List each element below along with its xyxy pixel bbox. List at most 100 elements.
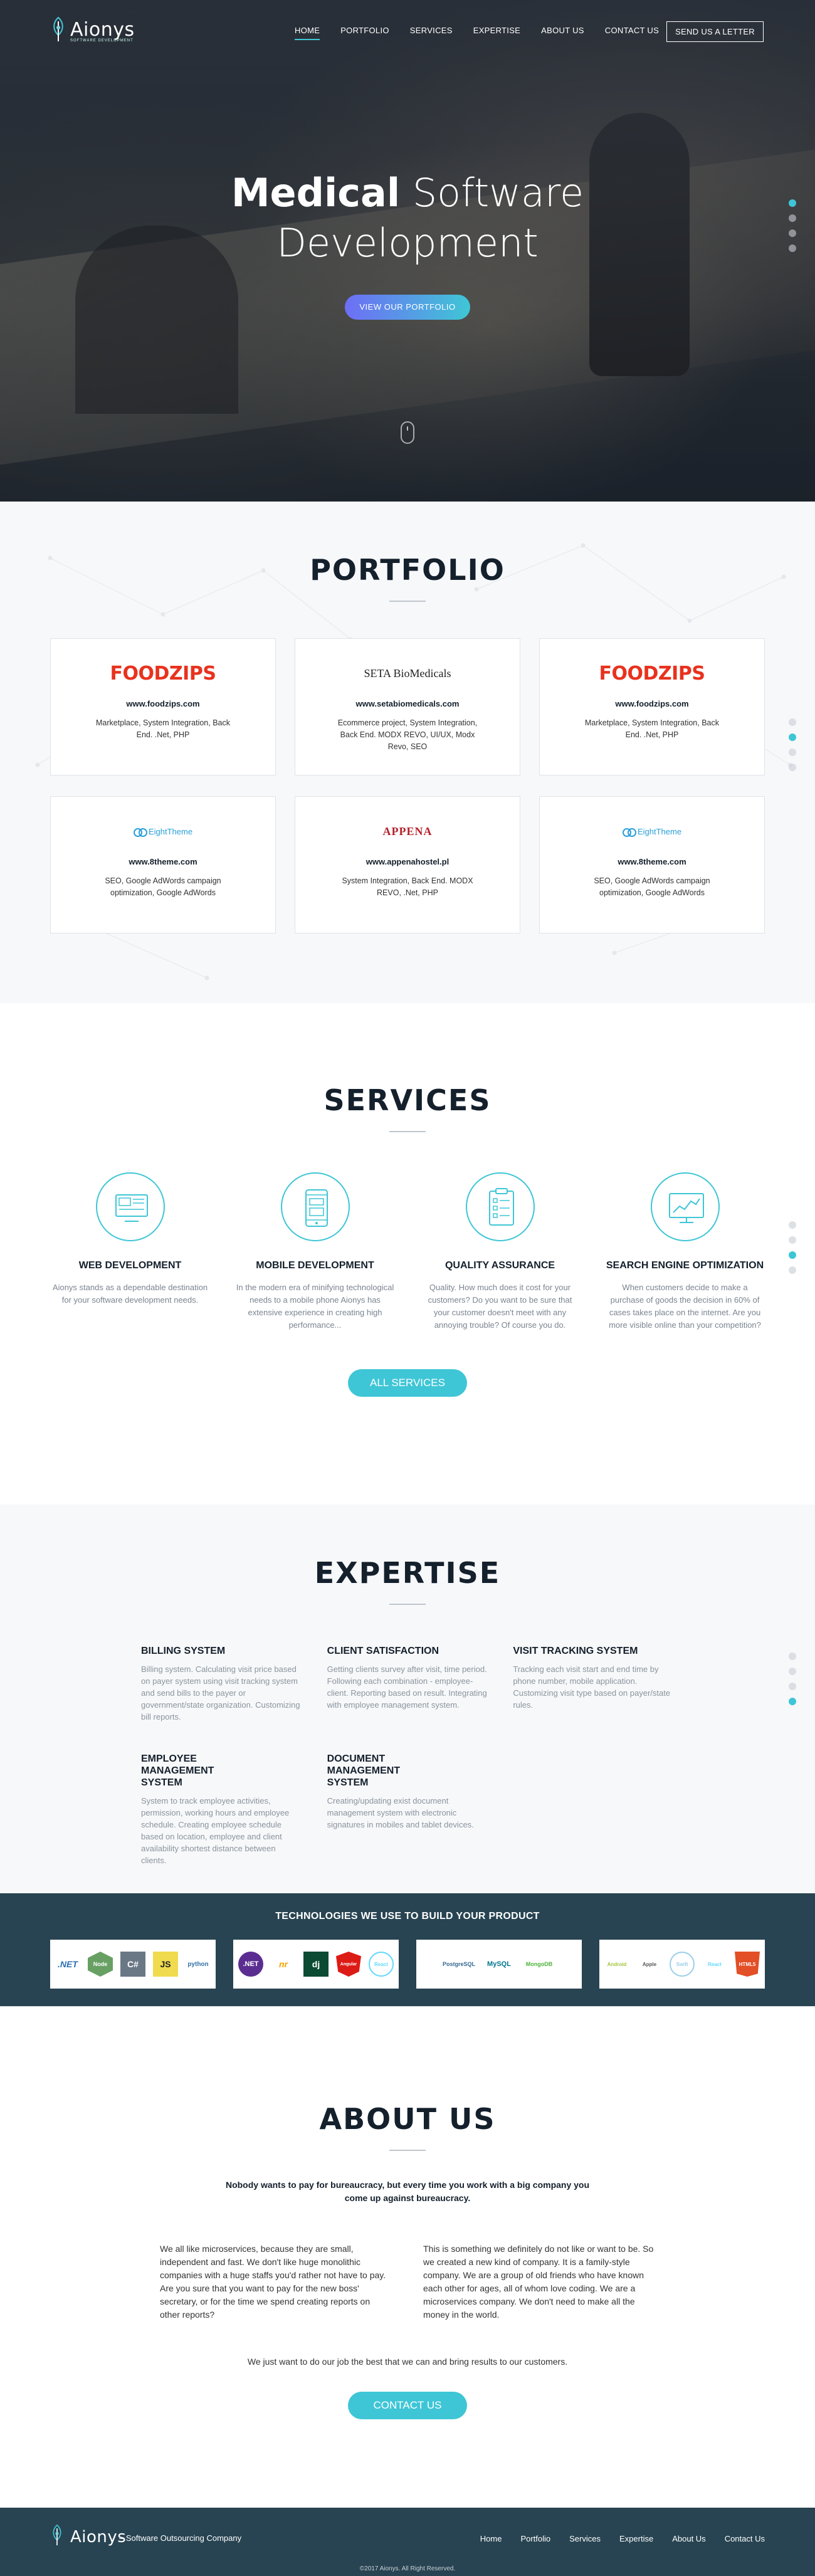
- service-name: Quality Assurance: [444, 1260, 555, 1271]
- slide-dot-3[interactable]: [789, 749, 796, 756]
- slide-dot-2[interactable]: [789, 1236, 796, 1244]
- title-divider: [389, 2150, 426, 2151]
- portfolio-section: Portfolio FOODZIPS www.foodzips.com Mark…: [0, 502, 815, 1003]
- card-site[interactable]: www.8theme.com: [540, 857, 764, 866]
- about-col-right: This is something we definitely do not l…: [423, 2244, 654, 2320]
- view-portfolio-button[interactable]: View our portfolio: [345, 295, 470, 320]
- portfolio-card[interactable]: EightTheme www.8theme.com SEO, Google Ad…: [50, 796, 276, 933]
- monitor-icon: [95, 1172, 165, 1241]
- footer-link-contact[interactable]: Contact Us: [725, 2534, 765, 2543]
- portfolio-card[interactable]: SETA BioMedicals www.setabiomedicals.com…: [295, 638, 520, 775]
- portfolio-card[interactable]: FOODZIPS www.foodzips.com Marketplace, S…: [539, 638, 765, 775]
- react-icon: React: [369, 1952, 394, 1977]
- card-desc: System Integration, Back End. MODX REVO,…: [342, 876, 473, 897]
- nav-portfolio[interactable]: Portfolio: [340, 26, 389, 40]
- foodzips-logo: FOODZIPS: [540, 662, 764, 685]
- footer-logo[interactable]: Aionys: [50, 2524, 126, 2550]
- logo-text: Aionys: [70, 18, 135, 41]
- slide-dot-4[interactable]: [789, 1698, 796, 1705]
- expertise-desc: Billing system. Calculating visit price …: [141, 1664, 300, 1722]
- slide-dot-4[interactable]: [789, 244, 796, 252]
- contact-us-button[interactable]: Contact us: [348, 2392, 467, 2419]
- card-site[interactable]: www.appenahostel.pl: [295, 857, 520, 866]
- nav-services[interactable]: Services: [410, 26, 453, 40]
- android-icon: Android: [607, 1961, 627, 1967]
- mobile-icon: [280, 1172, 350, 1241]
- nav-home[interactable]: Home: [295, 26, 320, 40]
- footer-logo-text: Aionys: [70, 2528, 127, 2547]
- expertise-name: Billing System: [141, 1646, 226, 1656]
- infinity-icon: [133, 828, 147, 837]
- expertise-desc: Getting clients survey after visit, time…: [327, 1664, 487, 1710]
- expertise-title: Expertise: [314, 1556, 501, 1590]
- portfolio-card[interactable]: FOODZIPS www.foodzips.com Marketplace, S…: [50, 638, 276, 775]
- footer-link-portfolio[interactable]: Portfolio: [520, 2534, 550, 2543]
- service-desc: Quality. How much does it cost for your …: [428, 1283, 572, 1330]
- service-item[interactable]: Quality Assurance Quality. How much does…: [420, 1172, 580, 1332]
- card-desc: SEO, Google AdWords campaign optimizatio…: [105, 876, 221, 897]
- footer-link-about[interactable]: About Us: [672, 2534, 705, 2543]
- service-desc: When customers decide to make a purchase…: [609, 1283, 761, 1330]
- technologies-row: .NET Node C# JS python .NET nr dj Angula…: [50, 1940, 765, 1989]
- portfolio-slide-dots: [789, 718, 796, 771]
- service-desc: In the modern era of minifying technolog…: [236, 1283, 394, 1330]
- foodzips-logo-text: FOODZIPS: [599, 662, 705, 685]
- about-section: About us Nobody wants to pay for bureauc…: [0, 2006, 815, 2508]
- nav-expertise[interactable]: Expertise: [473, 26, 520, 40]
- expertise-item: Document Management System Creating/upda…: [327, 1753, 488, 1866]
- eighttheme-logo: EightTheme: [540, 821, 764, 842]
- swift-icon: Swift: [670, 1952, 695, 1977]
- card-desc: SEO, Google AdWords campaign optimizatio…: [594, 876, 710, 897]
- nav-contact[interactable]: Contact us: [605, 26, 659, 40]
- portfolio-card[interactable]: EightTheme www.8theme.com SEO, Google Ad…: [539, 796, 765, 933]
- slide-dot-1[interactable]: [789, 1653, 796, 1660]
- expertise-section: Expertise Billing System Billing system.…: [0, 1505, 815, 1893]
- eighttheme-logo: EightTheme: [51, 821, 275, 842]
- expertise-desc: Creating/updating exist document managem…: [327, 1796, 474, 1829]
- slide-dot-2[interactable]: [789, 214, 796, 222]
- slide-dot-2[interactable]: [789, 1668, 796, 1675]
- service-item[interactable]: Web Development Aionys stands as a depen…: [50, 1172, 210, 1332]
- card-site[interactable]: www.8theme.com: [51, 857, 275, 866]
- hero-title-bold: Medical: [231, 170, 401, 216]
- service-item[interactable]: Search Engine Optimization When customer…: [605, 1172, 765, 1332]
- expertise-name: Document Management System: [327, 1753, 401, 1788]
- slide-dot-1[interactable]: [789, 199, 796, 207]
- chart-icon: [650, 1172, 720, 1241]
- nav-about[interactable]: About us: [541, 26, 584, 40]
- slide-dot-1[interactable]: [789, 718, 796, 726]
- technologies-section: Technologies we use to build your produc…: [0, 1893, 815, 2006]
- technologies-title: Technologies we use to build your produc…: [275, 1911, 540, 1921]
- card-site[interactable]: www.foodzips.com: [51, 699, 275, 708]
- portfolio-card[interactable]: APPENA www.appenahostel.pl System Integr…: [295, 796, 520, 933]
- card-site[interactable]: www.setabiomedicals.com: [295, 699, 520, 708]
- django-icon: dj: [303, 1952, 329, 1977]
- eighttheme-logo-text: EightTheme: [148, 826, 193, 836]
- slide-dot-3[interactable]: [789, 229, 796, 237]
- service-item[interactable]: Mobile Development In the modern era of …: [235, 1172, 395, 1332]
- card-site[interactable]: www.foodzips.com: [540, 699, 764, 708]
- footer-link-expertise[interactable]: Expertise: [619, 2534, 653, 2543]
- portfolio-grid: FOODZIPS www.foodzips.com Marketplace, S…: [50, 638, 765, 933]
- service-desc: Aionys stands as a dependable destinatio…: [52, 1283, 208, 1305]
- service-name: Mobile Development: [256, 1260, 374, 1271]
- footer-link-home[interactable]: Home: [480, 2534, 502, 2543]
- scroll-mouse-icon[interactable]: [401, 421, 414, 444]
- slide-dot-3[interactable]: [789, 1683, 796, 1690]
- card-desc: Marketplace, System Integration, Back En…: [585, 718, 719, 739]
- hero-section: Aionys SOFTWARE DEVELOPMENT Home Portfol…: [0, 0, 815, 502]
- logo[interactable]: Aionys SOFTWARE DEVELOPMENT: [50, 16, 135, 43]
- nr-icon: nr: [279, 1959, 288, 1969]
- all-services-button[interactable]: All services: [348, 1369, 467, 1397]
- html5-icon: HTML5: [735, 1952, 760, 1977]
- postgresql-icon: PostgreSQL: [442, 1961, 475, 1967]
- send-letter-button[interactable]: Send us a letter: [666, 21, 764, 42]
- slide-dot-4[interactable]: [789, 1266, 796, 1274]
- slide-dot-1[interactable]: [789, 1221, 796, 1229]
- slide-dot-3[interactable]: [789, 1251, 796, 1259]
- appena-logo: APPENA: [295, 821, 520, 842]
- footer-link-services[interactable]: Services: [569, 2534, 601, 2543]
- slide-dot-2[interactable]: [789, 733, 796, 741]
- dotnet-icon: .NET: [58, 1959, 78, 1969]
- slide-dot-4[interactable]: [789, 764, 796, 771]
